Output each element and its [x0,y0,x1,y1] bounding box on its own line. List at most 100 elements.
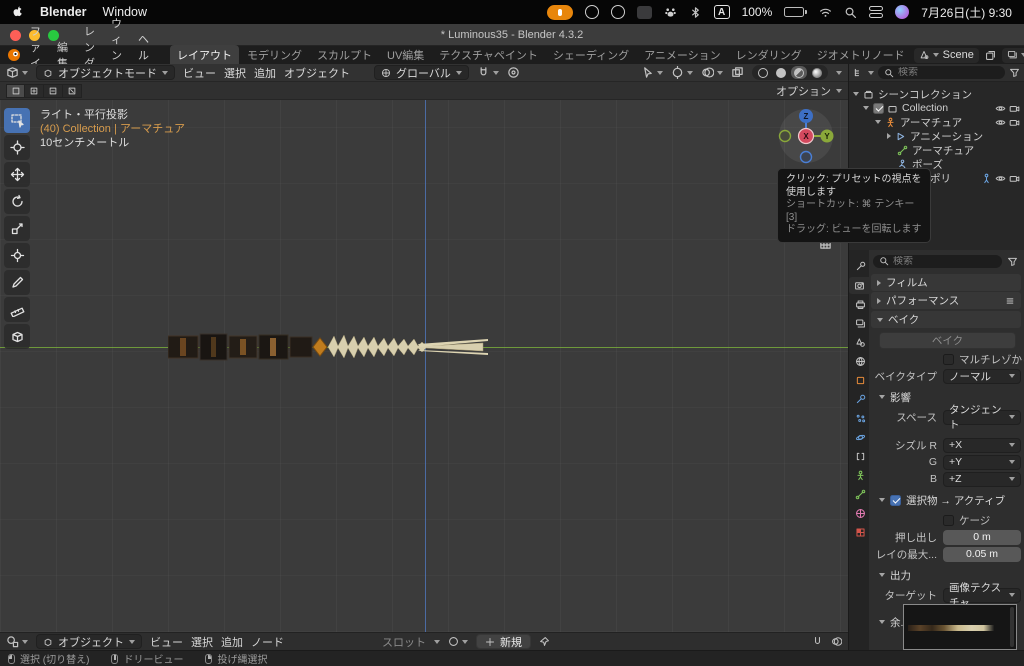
new-scene-icon[interactable] [985,50,996,61]
tab-bone[interactable] [851,486,869,503]
mode-dropdown[interactable]: オブジェクトモード [36,65,175,80]
tab-object-data[interactable] [851,467,869,484]
tool-annotate[interactable] [4,270,30,295]
tab-world[interactable] [851,353,869,370]
panel-performance[interactable]: パフォーマンス [871,292,1021,309]
siri-icon[interactable] [895,5,909,19]
eye-icon[interactable] [995,103,1006,114]
extrusion-field[interactable]: 0 m [943,530,1021,545]
tool-cursor[interactable] [4,135,30,160]
expand-icon[interactable] [887,133,891,139]
target-dropdown[interactable]: 画像テクスチャ [943,588,1021,603]
swizzle-b-dropdown[interactable]: +Z [943,472,1021,487]
workspace-tab-rendering[interactable]: レンダリング [729,45,809,65]
paw-icon[interactable] [664,6,677,19]
mic-indicator-icon[interactable] [547,5,573,20]
shader-menu-select[interactable]: 選択 [191,634,213,650]
select-mode-subtract-button[interactable] [44,84,63,98]
workspace-tab-animation[interactable]: アニメーション [637,45,728,65]
outliner-row-armature-object[interactable]: アーマチュア [849,115,1024,129]
pin-icon[interactable] [539,636,550,647]
viewport-menu-select[interactable]: 選択 [224,65,246,81]
navigation-gizmo[interactable]: Z Y X [778,108,834,164]
tool-measure[interactable] [4,297,30,322]
gizmo-z-neg-axis[interactable] [801,152,812,163]
shading-material-button[interactable] [791,66,807,79]
menubar-clock[interactable]: 7月26日(土) 9:30 [921,4,1012,21]
swizzle-r-dropdown[interactable]: +X [943,438,1021,453]
properties-search-input[interactable] [893,256,996,267]
select-mode-set-button[interactable] [6,84,25,98]
camera-icon[interactable] [1009,173,1020,184]
bluetooth-icon[interactable] [689,6,702,19]
tab-modifiers[interactable] [851,391,869,408]
preset-menu-icon[interactable] [1005,296,1015,306]
armature-modifier-icon[interactable] [981,173,992,184]
workspace-tab-geonodes[interactable]: ジオメトリノード [810,45,912,65]
selected-to-active-checkbox[interactable] [890,495,901,506]
shader-menu-view[interactable]: ビュー [150,634,183,650]
tab-scene[interactable] [851,334,869,351]
tab-texture[interactable] [851,524,869,541]
cage-checkbox[interactable] [943,515,954,526]
outliner-row-animation[interactable]: アニメーション [849,129,1024,143]
bake-type-dropdown[interactable]: ノーマル [943,369,1021,384]
shader-menu-node[interactable]: ノード [251,634,284,650]
tool-scale[interactable] [4,216,30,241]
tool-rotate[interactable] [4,189,30,214]
browse-material-dropdown[interactable] [448,636,468,647]
show-overlays-dropdown[interactable] [701,66,723,79]
orientation-dropdown[interactable]: グローバル [374,65,469,80]
shading-options-dropdown[interactable] [836,71,842,75]
proportional-edit-toggle[interactable] [507,66,520,79]
material-slot-dropdown[interactable]: スロット [382,634,426,650]
shading-wireframe-button[interactable] [755,66,771,79]
panel-film[interactable]: フィルム [871,274,1021,291]
scene-selector[interactable]: Scene [914,48,979,63]
xray-toggle[interactable] [731,66,744,79]
outliner-search-input[interactable] [898,67,999,78]
preview-scrollbar[interactable] [1010,607,1014,647]
camera-icon[interactable] [1009,103,1020,114]
expand-icon[interactable] [863,106,869,110]
options-dropdown[interactable]: オプション [776,83,842,99]
outliner-row-armature-data[interactable]: アーマチュア [849,143,1024,157]
tab-tool[interactable] [851,258,869,275]
search-icon[interactable] [844,6,857,19]
expand-icon[interactable] [853,92,859,96]
camera-icon[interactable] [1009,117,1020,128]
snapping-icon[interactable] [812,636,823,647]
armature-object[interactable] [168,330,490,364]
subpanel-selected-to-active[interactable]: 選択物 → アクティブ [873,492,1018,508]
swizzle-g-dropdown[interactable]: +Y [943,455,1021,470]
shading-solid-button[interactable] [773,66,789,79]
wifi-icon[interactable] [819,6,832,19]
workspace-tab-uv[interactable]: UV編集 [380,45,431,65]
3d-viewport[interactable]: ライト・平行投影 (40) Collection | アーマチュア 10センチメ… [0,100,848,632]
outliner-editor-icon[interactable] [853,67,864,78]
tab-render[interactable] [849,277,869,294]
editor-type-button[interactable] [6,66,28,79]
viewlayer-selector[interactable]: ViewLayer [1002,48,1024,63]
tool-transform[interactable] [4,243,30,268]
filter-icon[interactable] [1007,256,1018,267]
tab-physics[interactable] [851,429,869,446]
shading-rendered-button[interactable] [809,66,825,79]
workspace-tab-layout[interactable]: レイアウト [170,45,239,65]
max-ray-field[interactable]: 0.05 m [943,547,1021,562]
properties-search[interactable] [873,255,1002,268]
macos-app-menu[interactable]: Blender [40,5,87,19]
tool-box-select[interactable] [4,108,30,133]
gizmo-y-neg-axis[interactable] [780,131,791,142]
status-circle-icon-2[interactable] [611,5,625,19]
collection-checkbox[interactable] [873,103,884,114]
chat-bubble-icon[interactable] [637,6,652,19]
from-multires-checkbox[interactable] [943,354,954,365]
tab-particles[interactable] [851,410,869,427]
tab-material[interactable] [851,505,869,522]
tool-move[interactable] [4,162,30,187]
snap-toggle[interactable] [477,66,499,79]
tab-object[interactable] [851,372,869,389]
status-circle-icon-1[interactable] [585,5,599,19]
eye-icon[interactable] [995,173,1006,184]
